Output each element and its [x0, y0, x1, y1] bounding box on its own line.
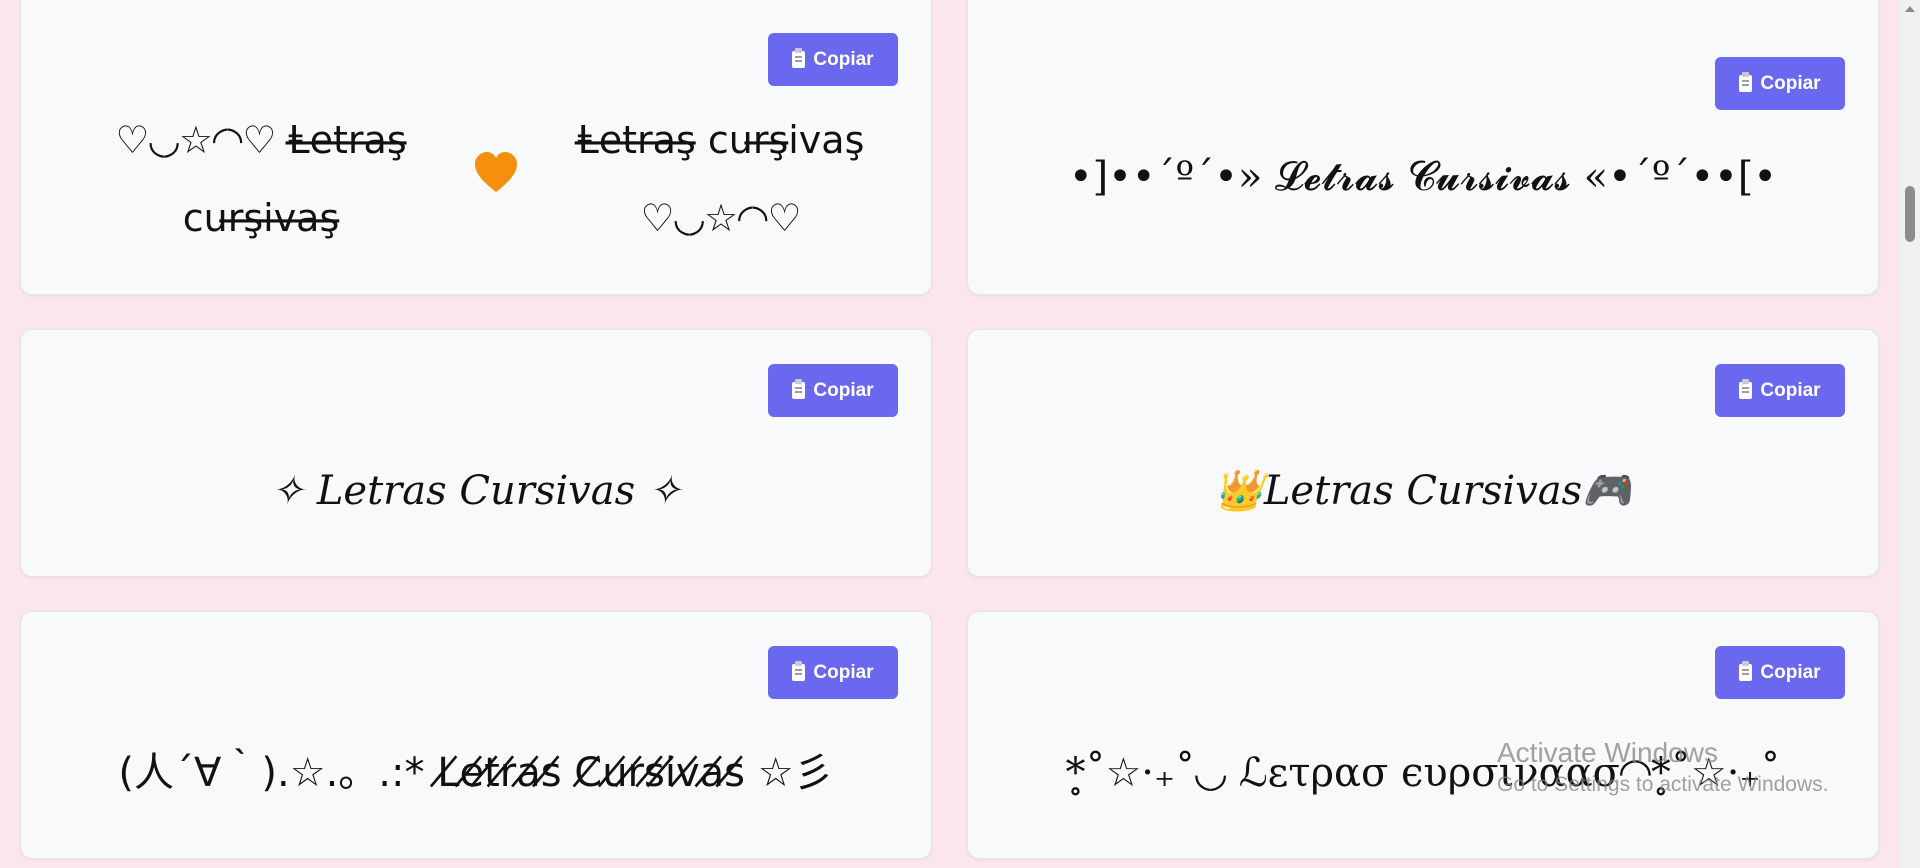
- copy-button-label: Copiar: [813, 661, 874, 683]
- scrollbar-thumb[interactable]: [1905, 186, 1915, 242]
- style-text[interactable]: (人´∀｀).☆.。.:* L̸e̸t̸r̸a̸s̸ C̸u̸r̸s̸i̸v̸a…: [61, 747, 891, 799]
- style-text-left[interactable]: ♡◟◞☆◜◝♡ Ⱡ̶e̶t̶r̶a̶ş̶ cur̶ş̶i̶v̶a̶ş̶: [61, 101, 461, 257]
- copy-button-label: Copiar: [1760, 661, 1821, 683]
- watermark-subtitle: Go to Settings to activate Windows.: [1497, 773, 1829, 796]
- style-text[interactable]: ✧ Letras Cursivas ✧: [61, 465, 891, 517]
- font-style-card: Copiar ✧ Letras Cursivas ✧: [20, 329, 932, 577]
- font-style-card: Copiar *̥˚☆·₊˚◟◞ ℒετρασ ϵυρσιναασ◜◝*̥˚☆·…: [967, 611, 1879, 859]
- clipboard-icon: [792, 48, 806, 68]
- vertical-scrollbar[interactable]: [1900, 0, 1920, 868]
- font-style-card: Copiar (人´∀｀).☆.。.:* L̸e̸t̸r̸a̸s̸ C̸u̸r̸…: [20, 611, 932, 859]
- font-style-card: Copiar •]••´º´•» 𝓛𝓮𝓽𝓻𝓪𝓼 𝓒𝓾𝓻𝓼𝓲𝓿𝓪𝓼 «•´º´••…: [967, 0, 1879, 295]
- copy-button[interactable]: Copiar: [1715, 646, 1845, 699]
- clipboard-icon: [1739, 72, 1753, 92]
- scroll-up-arrow-icon[interactable]: [1905, 6, 1915, 12]
- copy-button[interactable]: Copiar: [1715, 57, 1845, 110]
- copy-button[interactable]: Copiar: [1715, 364, 1845, 417]
- copy-button[interactable]: Copiar: [768, 646, 898, 699]
- font-style-card: Copiar 👑Letras Cursivas🎮: [967, 329, 1879, 577]
- copy-button-label: Copiar: [1760, 72, 1821, 94]
- clipboard-icon: [1739, 661, 1753, 681]
- copy-button-label: Copiar: [1760, 379, 1821, 401]
- font-style-card: Copiar ♡◟◞☆◜◝♡ Ⱡ̶e̶t̶r̶a̶ş̶ cur̶ş̶i̶v̶a̶…: [20, 0, 932, 295]
- style-text-right[interactable]: Ⱡ̶e̶t̶r̶a̶ş̶ cur̶ş̶ivaş ♡◟◞☆◜◝♡: [531, 101, 911, 257]
- style-text[interactable]: 👑Letras Cursivas🎮: [1008, 465, 1838, 517]
- clipboard-icon: [792, 379, 806, 399]
- copy-button-label: Copiar: [813, 379, 874, 401]
- windows-activation-watermark: Activate Windows Go to Settings to activ…: [1497, 736, 1829, 800]
- clipboard-icon: [1739, 379, 1753, 399]
- style-text[interactable]: •]••´º´•» 𝓛𝓮𝓽𝓻𝓪𝓼 𝓒𝓾𝓻𝓼𝓲𝓿𝓪𝓼 «•´º´••[•: [1008, 151, 1838, 203]
- watermark-title: Activate Windows: [1497, 737, 1718, 768]
- copy-button[interactable]: Copiar: [768, 364, 898, 417]
- clipboard-icon: [792, 661, 806, 681]
- orange-heart-icon: [475, 152, 517, 192]
- copy-button-label: Copiar: [813, 48, 874, 70]
- copy-button[interactable]: Copiar: [768, 33, 898, 86]
